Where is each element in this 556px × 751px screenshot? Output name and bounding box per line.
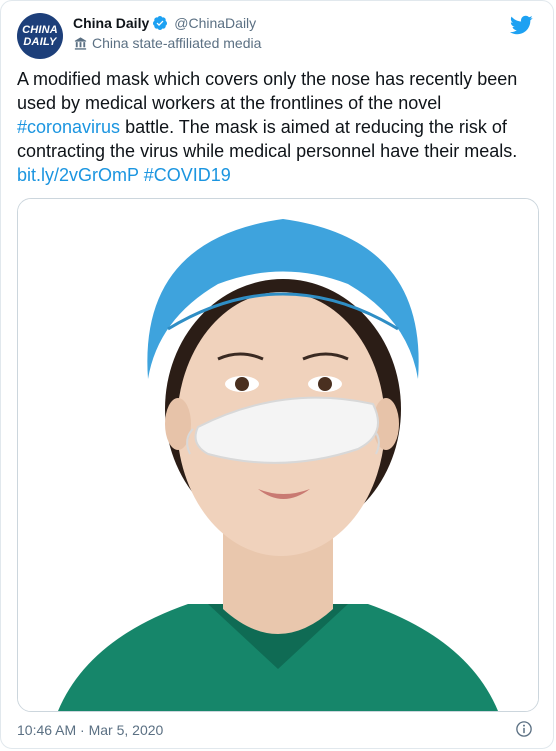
info-icon[interactable] — [515, 720, 533, 738]
nose-mask-photo-image — [18, 199, 538, 711]
shortlink[interactable]: bit.ly/2vGrOmP — [17, 165, 139, 185]
hashtag-covid19-link[interactable]: #COVID19 — [144, 165, 231, 185]
avatar-text-line1: CHINA — [22, 24, 58, 36]
verified-badge-icon — [153, 16, 168, 30]
affiliation-text: China state-affiliated media — [92, 35, 262, 51]
tweet-text: A modified mask which covers only the no… — [17, 67, 539, 187]
timestamp[interactable]: 10:46 AM · Mar 5, 2020 — [17, 722, 163, 738]
hashtag-coronavirus-link[interactable]: #coronavirus — [17, 117, 120, 137]
avatar-text-line2: DAILY — [23, 36, 57, 48]
tweet-media-photo[interactable] — [17, 198, 539, 712]
display-name[interactable]: China Daily — [73, 15, 149, 31]
handle[interactable]: @ChinaDaily — [174, 15, 256, 31]
tweet-card[interactable]: CHINA DAILY China Daily @ChinaDaily Chin… — [0, 0, 554, 749]
author-row: China Daily @ChinaDaily — [73, 15, 256, 31]
state-media-icon — [74, 36, 87, 50]
tweet-text-part1: A modified mask which covers only the no… — [17, 69, 518, 113]
avatar[interactable]: CHINA DAILY — [17, 13, 63, 59]
twitter-bird-icon[interactable] — [509, 13, 533, 37]
affiliation-label[interactable]: China state-affiliated media — [73, 35, 261, 51]
